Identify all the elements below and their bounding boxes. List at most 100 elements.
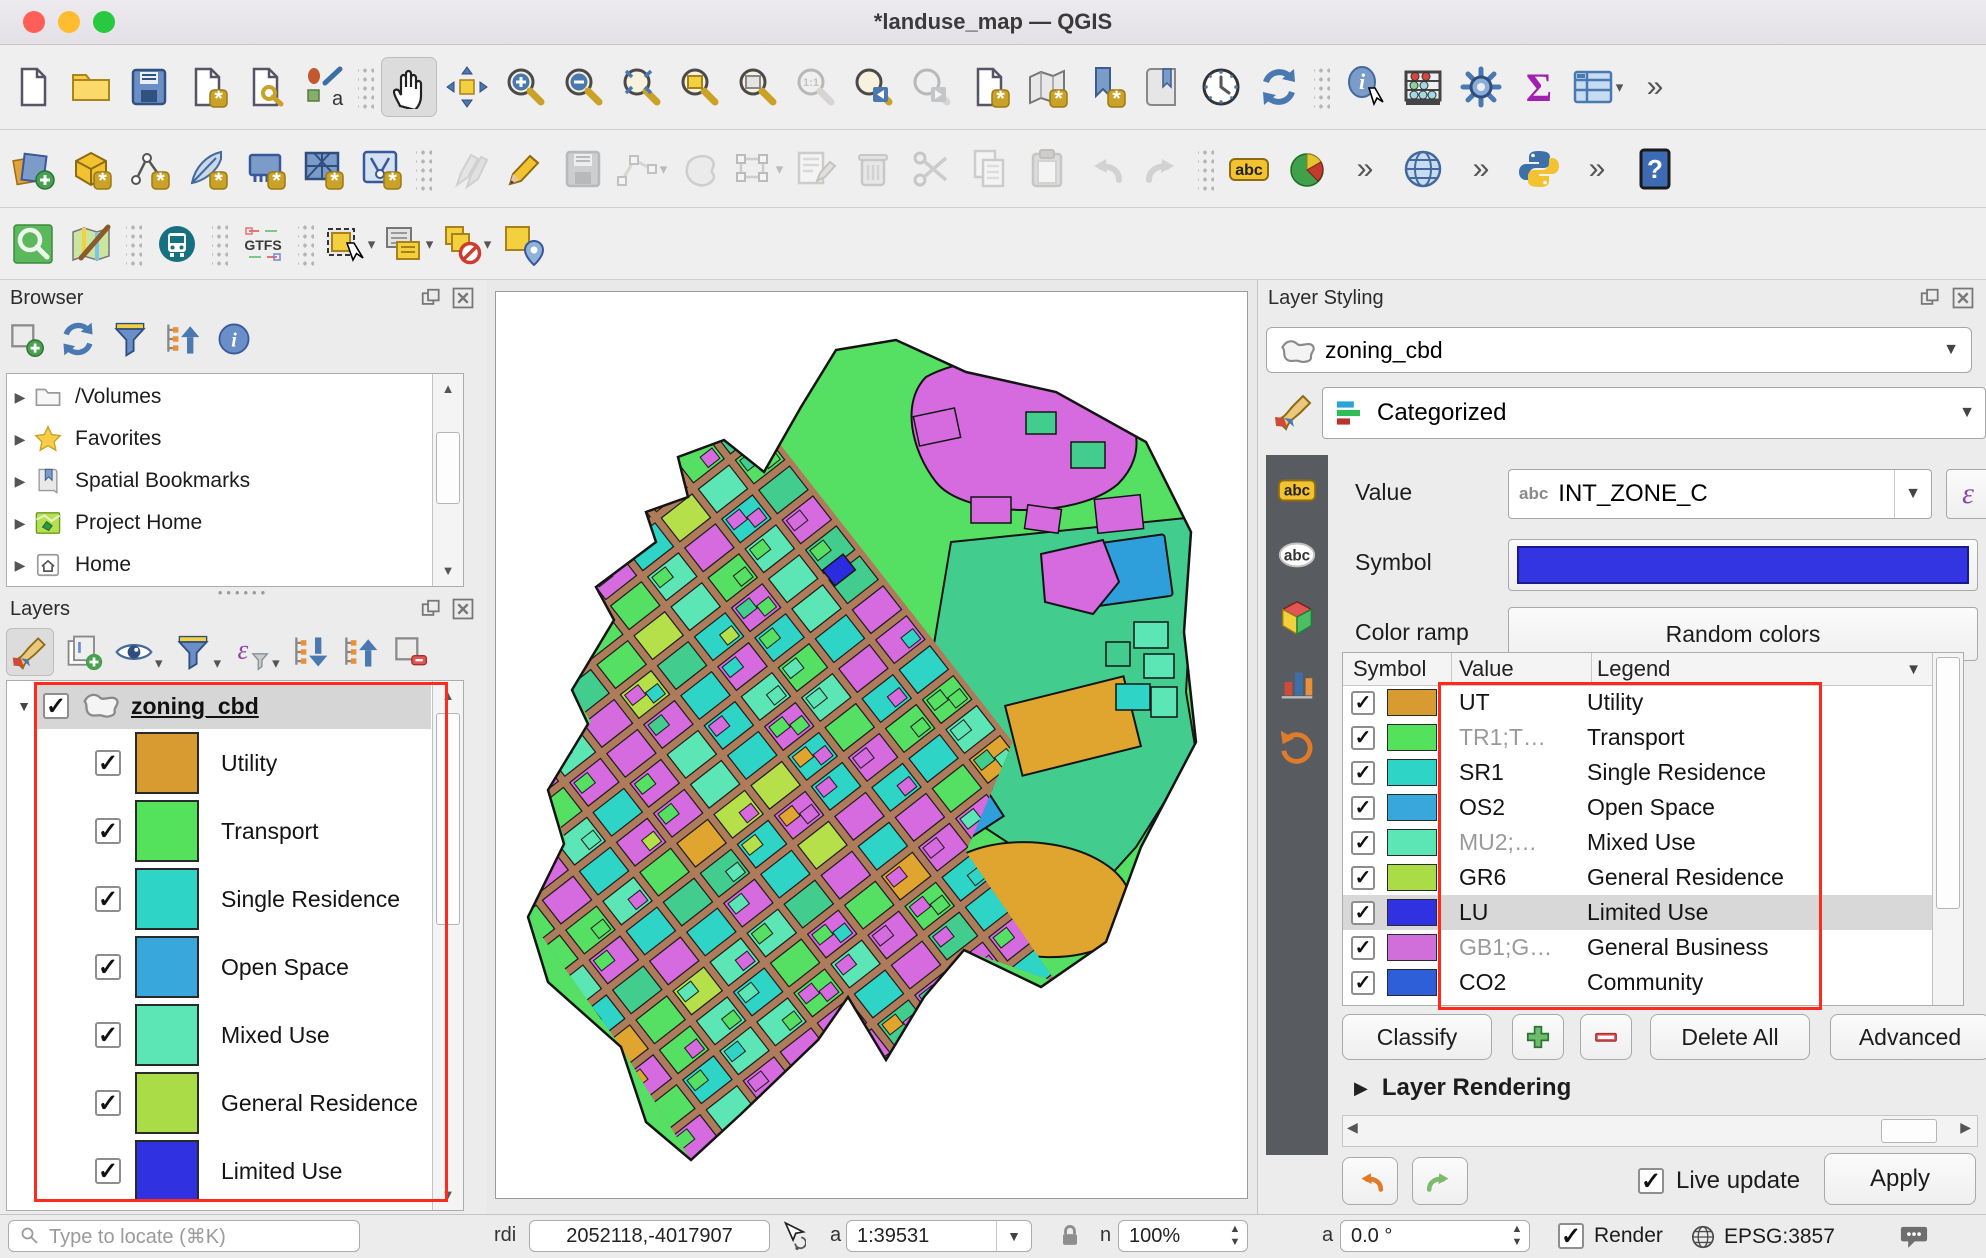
category-value[interactable]: MU2;…: [1459, 829, 1587, 856]
classify-button[interactable]: Classify: [1342, 1014, 1492, 1060]
category-checkbox[interactable]: ✓: [1351, 866, 1375, 890]
osm-edit-button[interactable]: [63, 214, 119, 274]
chevron-down-icon[interactable]: ▾: [660, 160, 668, 178]
label-overflow-button[interactable]: »: [1337, 139, 1393, 199]
category-value[interactable]: TR1;T…: [1459, 724, 1587, 751]
select-by-location-button[interactable]: [495, 214, 551, 274]
chevron-down-icon[interactable]: ▾: [272, 654, 280, 672]
layers-float-button[interactable]: [418, 596, 444, 622]
sum-features-button[interactable]: Σ: [1511, 57, 1567, 117]
messages-icon[interactable]: [1898, 1221, 1930, 1258]
category-checkbox[interactable]: ✓: [1351, 761, 1375, 785]
categories-scrollbar[interactable]: [1932, 653, 1963, 1005]
category-legend[interactable]: General Residence: [1587, 864, 1784, 891]
map-canvas[interactable]: [495, 291, 1248, 1199]
browser-item-spatial-bookmarks[interactable]: ▶Spatial Bookmarks: [7, 460, 433, 502]
category-row-lu[interactable]: ✓ LULimited Use: [1343, 895, 1933, 930]
legend-checkbox[interactable]: ✓: [95, 954, 121, 980]
legend-color-swatch[interactable]: [135, 936, 199, 998]
legend-item-mixed-use[interactable]: ✓Mixed Use: [7, 1001, 431, 1069]
category-legend[interactable]: Community: [1587, 969, 1703, 996]
new-project-button[interactable]: [5, 57, 61, 117]
category-color-swatch[interactable]: [1387, 724, 1437, 751]
category-value[interactable]: CO2: [1459, 969, 1587, 996]
new-shapefile-layer-button[interactable]: *: [179, 139, 235, 199]
browser-float-button[interactable]: [418, 285, 444, 311]
layers-close-button[interactable]: [450, 596, 476, 622]
category-checkbox[interactable]: ✓: [1351, 901, 1375, 925]
category-legend[interactable]: Limited Use: [1587, 899, 1708, 926]
category-legend[interactable]: General Business: [1587, 934, 1769, 961]
transit-plugin-button[interactable]: [149, 214, 205, 274]
category-row-mu2-[interactable]: ✓ MU2;…Mixed Use: [1343, 825, 1933, 860]
pan-map-button[interactable]: [381, 57, 437, 117]
zoom-out-button[interactable]: [555, 57, 611, 117]
zoom-full-button[interactable]: [613, 57, 669, 117]
category-value[interactable]: UT: [1459, 689, 1587, 716]
browser-item--volumes[interactable]: ▶/Volumes: [7, 376, 433, 418]
styling-float-button[interactable]: [1917, 285, 1943, 311]
header-legend[interactable]: Legend: [1597, 656, 1670, 682]
category-row-gr6[interactable]: ✓ GR6General Residence: [1343, 860, 1933, 895]
gtfs-plugin-button[interactable]: GTFS: [235, 214, 291, 274]
category-legend[interactable]: Transport: [1587, 724, 1685, 751]
expand-chevron-icon[interactable]: ▶: [7, 389, 33, 406]
value-field-combo[interactable]: abc INT_ZONE_C ▼: [1508, 469, 1932, 519]
browser-filter-button[interactable]: [110, 319, 150, 364]
save-project-button[interactable]: [121, 57, 177, 117]
new-geopackage-layer-button[interactable]: *: [63, 139, 119, 199]
legend-checkbox[interactable]: ✓: [95, 886, 121, 912]
new-virtual-layer-button[interactable]: *: [353, 139, 409, 199]
select-by-value-button[interactable]: ▾: [379, 214, 435, 274]
browser-collapse-all-button[interactable]: [162, 319, 202, 364]
help-button[interactable]: ?: [1627, 139, 1683, 199]
masks-tab[interactable]: abc: [1276, 533, 1318, 580]
add-category-button[interactable]: [1512, 1014, 1564, 1060]
legend-color-swatch[interactable]: [135, 868, 199, 930]
delete-all-button[interactable]: Delete All: [1650, 1014, 1810, 1060]
category-color-swatch[interactable]: [1387, 759, 1437, 786]
layer-name[interactable]: zoning_cbd: [131, 693, 259, 720]
browser-scrollbar[interactable]: ▲ ▼: [432, 374, 463, 586]
symbol-button[interactable]: [1508, 539, 1978, 591]
legend-color-swatch[interactable]: [135, 800, 199, 862]
sort-chevron-icon[interactable]: ▼: [1906, 661, 1921, 678]
attribute-table-button[interactable]: ▾: [1569, 57, 1625, 117]
category-row-tr1-t-[interactable]: ✓TR1;T…Transport: [1343, 720, 1933, 755]
category-color-swatch[interactable]: [1387, 689, 1437, 716]
styling-undo-button[interactable]: [1342, 1157, 1398, 1205]
chevron-down-icon[interactable]: ▾: [155, 654, 163, 672]
deselect-all-button[interactable]: ▾: [437, 214, 493, 274]
styling-redo-button[interactable]: [1412, 1157, 1468, 1205]
renderer-selector[interactable]: Categorized ▼: [1322, 387, 1986, 439]
browser-refresh-button[interactable]: [58, 319, 98, 364]
lock-scale-icon[interactable]: [1056, 1222, 1084, 1255]
category-color-swatch[interactable]: [1387, 864, 1437, 891]
chevron-down-icon[interactable]: ▾: [214, 654, 222, 672]
browser-add-layer-button[interactable]: [6, 319, 46, 364]
show-layout-manager-button[interactable]: [237, 57, 293, 117]
chevron-down-icon[interactable]: ▾: [368, 235, 376, 253]
legend-color-swatch[interactable]: [135, 1140, 199, 1202]
legend-item-single-residence[interactable]: ✓Single Residence: [7, 865, 431, 933]
diagrams-tab[interactable]: [1276, 661, 1318, 708]
diagram-toolbar-button[interactable]: [1279, 139, 1335, 199]
styling-layer-selector[interactable]: zoning_cbd ▼: [1266, 327, 1972, 373]
styling-hscrollbar[interactable]: ◀ ▶: [1342, 1115, 1978, 1147]
expand-chevron-icon[interactable]: ▶: [7, 557, 33, 574]
category-checkbox[interactable]: ✓: [1351, 831, 1375, 855]
category-value[interactable]: LU: [1459, 899, 1587, 926]
category-row-sr1[interactable]: ✓SR1Single Residence: [1343, 755, 1933, 790]
select-features-button[interactable]: ▾: [321, 214, 377, 274]
category-legend[interactable]: Mixed Use: [1587, 829, 1696, 856]
category-value[interactable]: GR6: [1459, 864, 1587, 891]
rotation-spinner[interactable]: 0.0 °▲▼: [1340, 1220, 1530, 1252]
history-tab[interactable]: [1276, 725, 1318, 772]
metasearch-button[interactable]: [1395, 139, 1451, 199]
toggle-editing-button[interactable]: [497, 139, 553, 199]
remove-layer-button[interactable]: [390, 632, 430, 672]
zoom-last-button[interactable]: [845, 57, 901, 117]
chevron-down-icon[interactable]: ▾: [426, 235, 434, 253]
legend-item-utility[interactable]: ✓Utility: [7, 729, 431, 797]
symbology-tab-icon[interactable]: [1272, 389, 1316, 438]
